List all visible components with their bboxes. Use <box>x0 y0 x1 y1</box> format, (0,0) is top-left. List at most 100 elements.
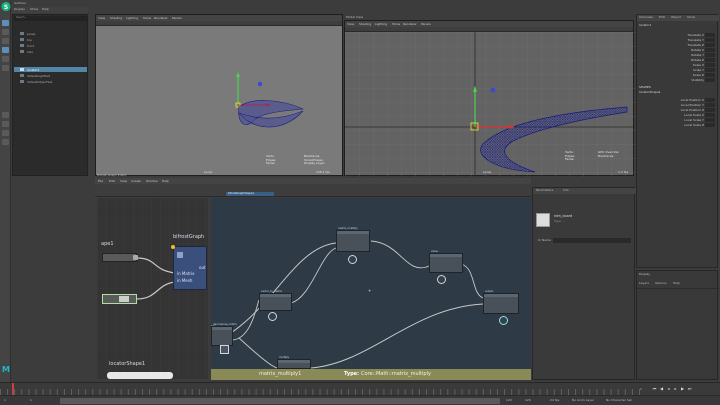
parameters-uiname-input[interactable] <box>553 238 631 243</box>
display-tab-help[interactable]: Help <box>673 282 680 285</box>
graph-node-output[interactable]: output <box>483 290 519 314</box>
step-forward-icon[interactable]: ▶ <box>680 386 685 391</box>
cb-value-field[interactable] <box>705 68 715 72</box>
current-frame-field[interactable]: 1 <box>640 388 642 391</box>
outliner-item-side[interactable]: side <box>14 49 87 54</box>
vp2-menu-show[interactable]: Show <box>392 22 400 26</box>
cb-channel[interactable]: Scale X <box>693 63 704 67</box>
outliner-search[interactable]: Search... <box>14 16 87 21</box>
range-end-field[interactable]: 120 <box>525 399 531 402</box>
bifrost-input-matrix[interactable]: in Matrix <box>177 272 195 276</box>
cb-value-field[interactable] <box>705 58 715 62</box>
zoom-bottom-node[interactable] <box>107 372 173 379</box>
cb-tab-channels[interactable]: Channels <box>639 16 653 19</box>
vp2-menu-shading[interactable]: Shading <box>359 22 371 26</box>
ge-menu-view[interactable]: View <box>120 179 127 183</box>
lasso-tool-icon[interactable] <box>2 29 9 35</box>
ge-menu-help[interactable]: Help <box>162 179 169 183</box>
outliner-menu-display[interactable]: Display <box>14 8 25 11</box>
cb-shape-channel[interactable]: Local Scale Z <box>684 123 704 127</box>
graph-node-multiply[interactable]: multiply <box>277 356 311 369</box>
cb-channel[interactable]: Translate Y <box>688 38 704 42</box>
cb-channel[interactable]: Translate X <box>687 33 704 37</box>
cb-channel[interactable]: Scale Z <box>693 73 704 77</box>
cb-tab-show[interactable]: Show <box>687 16 695 19</box>
cb-value-field[interactable] <box>705 98 715 102</box>
play-forward-icon[interactable]: ▸ <box>673 386 678 391</box>
vp2-menu-panels[interactable]: Panels <box>421 22 431 26</box>
layout-outliner-icon[interactable] <box>2 139 9 145</box>
display-tab-options[interactable]: Options <box>655 282 667 285</box>
cb-value-field[interactable] <box>705 118 715 122</box>
node-action-icon[interactable] <box>268 312 277 321</box>
cb-tab-edit[interactable]: Edit <box>659 16 665 19</box>
outliner-menu-show[interactable]: Show <box>30 8 38 11</box>
vp2-menu-lighting[interactable]: Lighting <box>375 22 387 26</box>
vp-menu-lighting[interactable]: Lighting <box>126 16 138 20</box>
outliner-item-front[interactable]: front <box>14 43 87 48</box>
rotate-tool-icon[interactable] <box>2 56 9 62</box>
ge-menu-file[interactable]: File <box>98 179 103 183</box>
node-action-icon[interactable] <box>220 345 229 354</box>
range-inner-start-field[interactable]: 1 <box>30 399 32 402</box>
cb-channel[interactable]: Translate Z <box>687 43 704 47</box>
ge-menu-window[interactable]: Window <box>146 179 158 183</box>
parameters-tab-info[interactable]: Info <box>563 189 569 192</box>
ge-menu-edit[interactable]: Edit <box>109 179 115 183</box>
outliner-item-objectset[interactable]: defaultObjectSet <box>14 79 87 84</box>
paint-tool-icon[interactable] <box>2 38 9 44</box>
vp2-menu-view[interactable]: View <box>347 22 354 26</box>
time-slider[interactable]: 1 ⏮ ◀ ◂ ▸ ▶ ⏭ <box>0 382 720 396</box>
cb-value-field[interactable] <box>705 113 715 117</box>
graph-node-decompose-matrix[interactable]: decompose_matrix <box>211 323 237 346</box>
outliner-item-lightset[interactable]: defaultLightSet <box>14 73 87 78</box>
vp2-menu-renderer[interactable]: Renderer <box>403 22 417 26</box>
outliner-item-locator1[interactable]: locator1 <box>14 67 87 72</box>
cb-value-field[interactable] <box>705 103 715 107</box>
cb-value-field[interactable] <box>705 78 715 82</box>
vp-menu-panels[interactable]: Panels <box>172 16 182 20</box>
vp-menu-show[interactable]: Show <box>143 16 151 20</box>
go-to-start-icon[interactable]: ⏮ <box>652 386 657 391</box>
graph-node-value[interactable]: value <box>429 250 463 273</box>
outliner-item-persp[interactable]: persp <box>14 31 87 36</box>
node-action-icon[interactable] <box>348 255 357 264</box>
range-inner-end-field[interactable]: 120 <box>506 399 512 402</box>
display-tab-layers[interactable]: Layers <box>639 282 649 285</box>
cb-channel[interactable]: Scale Y <box>693 68 704 72</box>
range-slider-bar[interactable] <box>60 398 500 404</box>
select-tool-icon[interactable] <box>2 20 9 26</box>
vp-menu-shading[interactable]: Shading <box>110 16 122 20</box>
cb-shape-channel[interactable]: Local Scale Y <box>684 118 704 122</box>
cb-value-field[interactable] <box>705 38 715 42</box>
cb-channel[interactable]: Rotate X <box>691 48 704 52</box>
cb-channel[interactable]: Rotate Z <box>691 58 704 62</box>
cb-value-field[interactable] <box>705 108 715 112</box>
cb-value-field[interactable] <box>705 123 715 127</box>
character-set-label[interactable]: No Character Set <box>606 399 632 402</box>
outliner-item-top[interactable]: top <box>14 37 87 42</box>
cb-value-field[interactable] <box>705 53 715 57</box>
graph-node-matrix-multiply[interactable]: matrix_multiply <box>336 227 370 252</box>
cb-channel[interactable]: Rotate Y <box>691 53 704 57</box>
layout-single-icon[interactable] <box>2 112 9 118</box>
graph-zoom-panel[interactable]: ape1 out in Matrix in Mesh bifrostGraph … <box>97 198 208 379</box>
play-back-icon[interactable]: ◂ <box>666 386 671 391</box>
cb-channel[interactable]: Visibility <box>691 78 704 82</box>
scale-tool-icon[interactable] <box>2 65 9 71</box>
cb-shape-channel[interactable]: Local Position X <box>681 98 704 102</box>
mesh-object[interactable] <box>231 95 311 145</box>
viewport-persp[interactable]: View Shading Lighting Show Renderer Pane… <box>95 14 343 176</box>
viewport-model-view[interactable]: View Shading Lighting Show Renderer Pane… <box>344 20 635 177</box>
zoom-port[interactable] <box>133 255 138 260</box>
go-to-end-icon[interactable]: ⏭ <box>687 386 692 391</box>
graph-breadcrumb[interactable]: bifrostGraphShape1 <box>226 192 274 196</box>
cb-value-field[interactable] <box>705 63 715 67</box>
vp-menu-view[interactable]: View <box>98 16 105 20</box>
node-action-icon[interactable] <box>499 316 508 325</box>
cb-shape-channel[interactable]: Local Position Z <box>681 108 704 112</box>
ge-menu-create[interactable]: Create <box>131 179 141 183</box>
fps-label[interactable]: 24 fps <box>550 399 559 402</box>
zoom-bifrost-node[interactable]: out in Matrix in Mesh <box>173 246 207 290</box>
layout-four-icon[interactable] <box>2 121 9 127</box>
